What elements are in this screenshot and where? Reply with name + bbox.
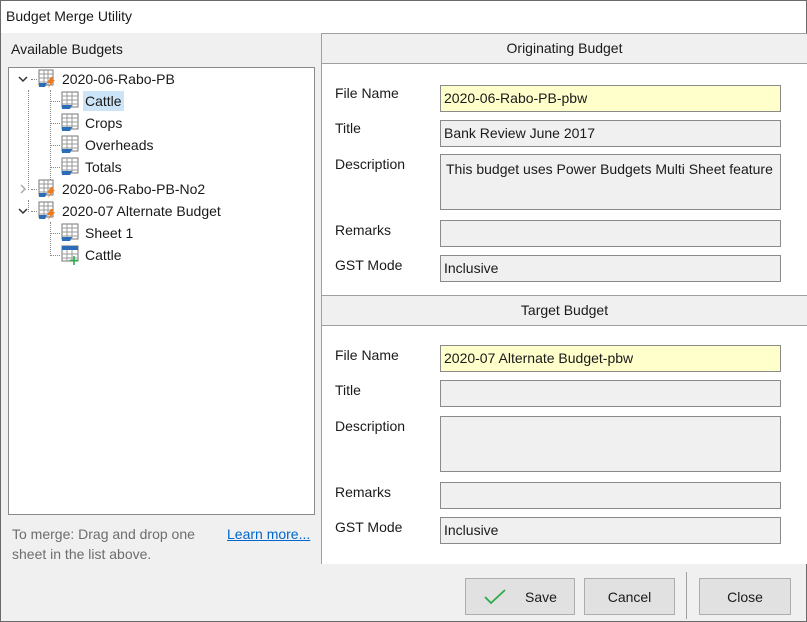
tree-item-budget[interactable]: 2020-07 Alternate Budget (17, 200, 223, 222)
tree-item-label: 2020-06-Rabo-PB (62, 71, 175, 87)
budget-merge-dialog: Budget Merge Utility Available Budgets 2… (0, 0, 807, 622)
learn-more-link[interactable]: Learn more... (227, 526, 310, 542)
cancel-button-label: Cancel (607, 588, 652, 605)
tree-item-label: Cattle (83, 91, 124, 111)
target-remarks-field[interactable] (440, 482, 781, 509)
tree-item-sheet[interactable]: Crops (60, 112, 124, 134)
sheet-icon (61, 113, 79, 131)
chevron-down-icon[interactable] (17, 205, 29, 217)
target-remarks-label: Remarks (335, 484, 392, 500)
close-button-label: Close (727, 588, 763, 605)
tree-item-label: Sheet 1 (85, 225, 134, 241)
tree-item-label: Crops (85, 115, 123, 131)
merge-hint: To merge: Drag and drop one sheet in the… (12, 526, 195, 562)
footer-divider (686, 572, 687, 619)
sheet-icon (61, 135, 79, 153)
budget-file-icon (38, 201, 55, 220)
tree-item-sheet-new[interactable]: Cattle (60, 244, 124, 266)
tree-line (28, 90, 29, 190)
tree-line (50, 90, 51, 190)
tree-line (50, 255, 60, 256)
target-title-label: Title (335, 382, 361, 398)
add-sheet-icon (61, 245, 79, 265)
tree-item-sheet[interactable]: Sheet 1 (60, 222, 135, 244)
tree-line (50, 145, 60, 146)
available-budgets-heading: Available Budgets (11, 41, 123, 57)
tree-item-budget[interactable]: 2020-06-Rabo-PB (17, 68, 177, 90)
cancel-button[interactable]: Cancel (584, 578, 675, 615)
tree-item-label: 2020-06-Rabo-PB-No2 (62, 181, 206, 197)
budget-file-icon (38, 69, 55, 88)
available-budgets-panel: Available Budgets 2020-06-Rabo-PB Cattle… (1, 33, 320, 564)
tree-line (50, 101, 60, 102)
target-title-field[interactable] (440, 380, 781, 407)
tree-item-sheet[interactable]: Cattle (60, 90, 124, 112)
orig-title-field[interactable]: Bank Review June 2017 (440, 120, 781, 147)
chevron-down-icon[interactable] (17, 73, 29, 85)
orig-remarks-field[interactable] (440, 220, 781, 247)
orig-gst-mode-field[interactable]: Inclusive (440, 255, 781, 282)
close-button[interactable]: Close (699, 578, 791, 615)
orig-description-field[interactable]: This budget uses Power Budgets Multi She… (440, 154, 781, 210)
target-description-field[interactable] (440, 416, 781, 472)
sheet-icon (61, 91, 79, 109)
orig-file-name-label: File Name (335, 85, 399, 101)
target-budget-header: Target Budget (322, 295, 807, 326)
dialog-footer: Save Cancel Close (1, 564, 806, 621)
sheet-icon (61, 223, 79, 241)
orig-description-label: Description (335, 156, 406, 172)
budget-tree[interactable]: 2020-06-Rabo-PB Cattle Crops Overheads T… (8, 67, 315, 515)
tree-item-budget[interactable]: 2020-06-Rabo-PB-No2 (17, 178, 207, 200)
sheet-icon (61, 157, 79, 175)
window-title: Budget Merge Utility (1, 1, 806, 33)
originating-budget-header: Originating Budget (322, 33, 807, 64)
orig-file-name-field[interactable]: 2020-06-Rabo-PB-pbw (440, 85, 781, 112)
target-description-label: Description (335, 418, 406, 434)
tree-line (50, 233, 60, 234)
tree-line (50, 167, 60, 168)
tree-line (50, 222, 51, 256)
save-button[interactable]: Save (465, 578, 575, 615)
budget-file-icon (38, 179, 55, 198)
checkmark-icon (484, 588, 506, 604)
orig-title-label: Title (335, 120, 361, 136)
tree-item-label: Totals (85, 159, 122, 175)
tree-item-label: Cattle (85, 247, 122, 263)
target-file-name-field[interactable]: 2020-07 Alternate Budget-pbw (440, 345, 781, 372)
orig-gst-mode-label: GST Mode (335, 257, 403, 273)
save-button-label: Save (525, 588, 557, 605)
orig-remarks-label: Remarks (335, 222, 392, 238)
budget-details-panel: Originating Budget File Name 2020-06-Rab… (321, 33, 807, 564)
tree-line (50, 123, 60, 124)
tree-item-label: 2020-07 Alternate Budget (62, 203, 221, 219)
tree-item-label: Overheads (85, 137, 154, 153)
tree-item-sheet[interactable]: Totals (60, 156, 124, 178)
chevron-right-icon[interactable] (17, 183, 29, 195)
target-file-name-label: File Name (335, 347, 399, 363)
tree-item-sheet[interactable]: Overheads (60, 134, 155, 156)
target-gst-mode-field[interactable]: Inclusive (440, 517, 781, 544)
target-gst-mode-label: GST Mode (335, 519, 403, 535)
